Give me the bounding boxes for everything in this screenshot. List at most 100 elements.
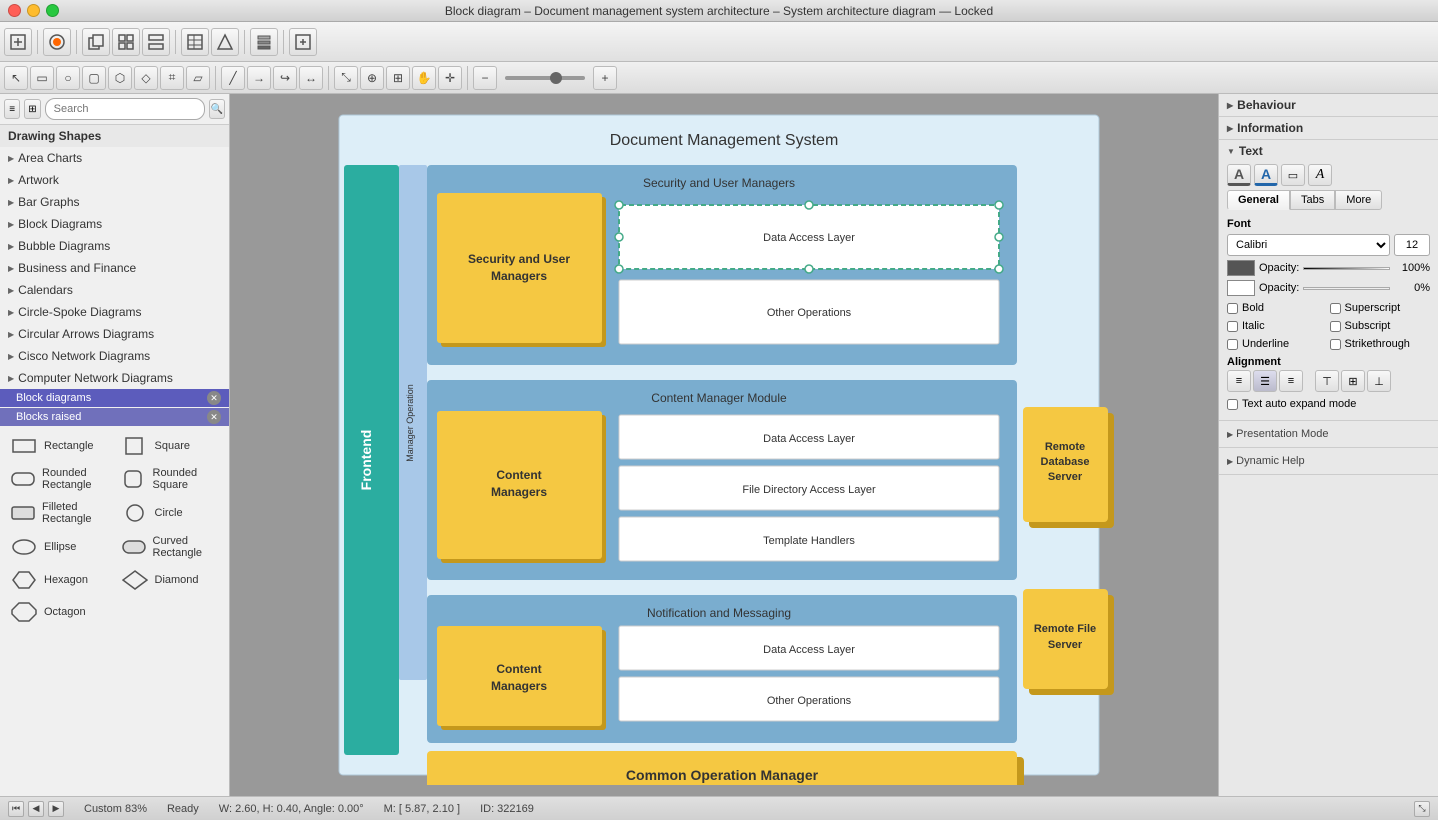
opacity1-slider[interactable] [1303, 267, 1390, 270]
tb-layout-button[interactable] [112, 28, 140, 56]
search-input[interactable] [45, 98, 205, 120]
ellipse-tool[interactable]: ○ [56, 66, 80, 90]
dynamic-help-link[interactable]: ▶ Dynamic Help [1227, 452, 1430, 470]
tab-general[interactable]: General [1227, 190, 1290, 210]
text-auto-expand-row[interactable]: Text auto expand mode [1227, 398, 1430, 410]
shape-item-hexagon[interactable]: Hexagon [6, 566, 113, 594]
diagram-svg[interactable]: Document Management System Frontend Mana… [329, 105, 1119, 785]
font-size-input[interactable] [1394, 234, 1430, 256]
rounded-tool[interactable]: ▢ [82, 66, 106, 90]
security-yellow-block[interactable] [437, 193, 602, 343]
handle-tm[interactable] [805, 201, 813, 209]
text-box-btn[interactable]: ▭ [1281, 164, 1305, 186]
opacity2-slider[interactable] [1303, 287, 1390, 290]
rect-tool[interactable]: ▭ [30, 66, 54, 90]
sidebar-item-cisco[interactable]: ▶ Cisco Network Diagrams [0, 345, 229, 367]
font-selector[interactable]: Calibri [1227, 234, 1390, 256]
zoom-out-btn[interactable]: − [473, 66, 497, 90]
align-left-btn[interactable]: ≡ [1227, 370, 1251, 392]
subcategory-blocks-raised[interactable]: Blocks raised ✕ [0, 408, 229, 426]
underline-check[interactable] [1227, 339, 1238, 350]
zoom-slider[interactable] [505, 76, 585, 80]
tb-copy-button[interactable] [82, 28, 110, 56]
process-tool[interactable]: ⬡ [108, 66, 132, 90]
presentation-mode-link[interactable]: ▶ Presentation Mode [1227, 425, 1430, 443]
handle-ml[interactable] [615, 233, 623, 241]
resize-btn[interactable]: ⤡ [1414, 801, 1430, 817]
line-tool[interactable]: ╱ [221, 66, 245, 90]
zoom-fit-tool[interactable]: ⊕ [360, 66, 384, 90]
canvas[interactable]: Document Management System Frontend Mana… [230, 94, 1218, 796]
shape-item-filleted-rect[interactable]: Filleted Rectangle [6, 498, 113, 528]
shape-item-rounded-rect[interactable]: Rounded Rectangle [6, 464, 113, 494]
subscript-checkbox[interactable]: Subscript [1330, 320, 1431, 332]
sidebar-item-area-charts[interactable]: ▶ Area Charts [0, 147, 229, 169]
tb-table-button[interactable] [181, 28, 209, 56]
information-toggle[interactable]: ▶ Information [1227, 121, 1430, 135]
tb-shape-button[interactable] [211, 28, 239, 56]
close-subcategory2[interactable]: ✕ [207, 410, 221, 424]
text-auto-expand-check[interactable] [1227, 399, 1238, 410]
sidebar-item-bar-graphs[interactable]: ▶ Bar Graphs [0, 191, 229, 213]
sidebar-item-block-diagrams[interactable]: ▶ Block Diagrams [0, 213, 229, 235]
handle-tr[interactable] [995, 201, 1003, 209]
handle-bl[interactable] [615, 265, 623, 273]
handle-br[interactable] [995, 265, 1003, 273]
tb-expand-button[interactable] [289, 28, 317, 56]
tab-more[interactable]: More [1335, 190, 1382, 210]
align-right-btn[interactable]: ≡ [1279, 370, 1303, 392]
maximize-button[interactable] [46, 4, 59, 17]
notif-yellow-block[interactable] [437, 626, 602, 726]
page-next-btn[interactable]: ▶ [48, 801, 64, 817]
sidebar-item-computer-network[interactable]: ▶ Computer Network Diagrams [0, 367, 229, 389]
italic-check[interactable] [1227, 321, 1238, 332]
shape-item-ellipse[interactable]: Ellipse [6, 532, 113, 562]
bold-checkbox[interactable]: Bold [1227, 302, 1328, 314]
valign-mid-btn[interactable]: ⊞ [1341, 370, 1365, 392]
valign-bot-btn[interactable]: ⊥ [1367, 370, 1391, 392]
search-icon[interactable]: 🔍 [209, 99, 225, 119]
tab-tabs[interactable]: Tabs [1290, 190, 1335, 210]
color-button[interactable] [43, 28, 71, 56]
arrow-tool[interactable]: → [247, 66, 271, 90]
strikethrough-checkbox[interactable]: Strikethrough [1330, 338, 1431, 350]
new-button[interactable] [4, 28, 32, 56]
sidebar-item-bubble-diagrams[interactable]: ▶ Bubble Diagrams [0, 235, 229, 257]
shape-item-diamond[interactable]: Diamond [117, 566, 224, 594]
list-view-btn[interactable]: ≡ [4, 99, 20, 119]
zoom-select-tool[interactable]: ⊞ [386, 66, 410, 90]
canvas-area[interactable]: Document Management System Frontend Mana… [230, 94, 1218, 796]
shape-item-square[interactable]: Square [117, 432, 224, 460]
shape-item-octagon[interactable]: Octagon [6, 598, 223, 626]
text-color-btn[interactable]: A [1227, 164, 1251, 186]
diamond-tool[interactable]: ◇ [134, 66, 158, 90]
scale-tool[interactable]: ⤡ [334, 66, 358, 90]
align-center-btn[interactable]: ☰ [1253, 370, 1277, 392]
bg-color-swatch[interactable] [1227, 280, 1255, 296]
close-subcategory[interactable]: ✕ [207, 391, 221, 405]
sidebar-item-circular-arrows[interactable]: ▶ Circular Arrows Diagrams [0, 323, 229, 345]
grid-view-btn[interactable]: ⊞ [24, 99, 40, 119]
hand-tool[interactable]: ✋ [412, 66, 436, 90]
close-button[interactable] [8, 4, 21, 17]
handle-tl[interactable] [615, 201, 623, 209]
superscript-check[interactable] [1330, 303, 1341, 314]
handle-mr[interactable] [995, 233, 1003, 241]
text-highlight-btn[interactable]: A [1254, 164, 1278, 186]
bold-check[interactable] [1227, 303, 1238, 314]
tb-layers-button[interactable] [250, 28, 278, 56]
sidebar-item-calendars[interactable]: ▶ Calendars [0, 279, 229, 301]
text-color-swatch[interactable] [1227, 260, 1255, 276]
tb-arrange-button[interactable] [142, 28, 170, 56]
behaviour-toggle[interactable]: ▶ Behaviour [1227, 98, 1430, 112]
para-tool[interactable]: ▱ [186, 66, 210, 90]
text-toggle[interactable]: ▼ Text [1227, 144, 1430, 158]
sidebar-item-business-finance[interactable]: ▶ Business and Finance [0, 257, 229, 279]
cursor-tool[interactable]: ↖ [4, 66, 28, 90]
page-prev-btn[interactable]: ◀ [28, 801, 44, 817]
strikethrough-check[interactable] [1330, 339, 1341, 350]
bend-tool[interactable]: ↪ [273, 66, 297, 90]
shape-item-rectangle[interactable]: Rectangle [6, 432, 113, 460]
zoom-thumb[interactable] [550, 72, 562, 84]
superscript-checkbox[interactable]: Superscript [1330, 302, 1431, 314]
